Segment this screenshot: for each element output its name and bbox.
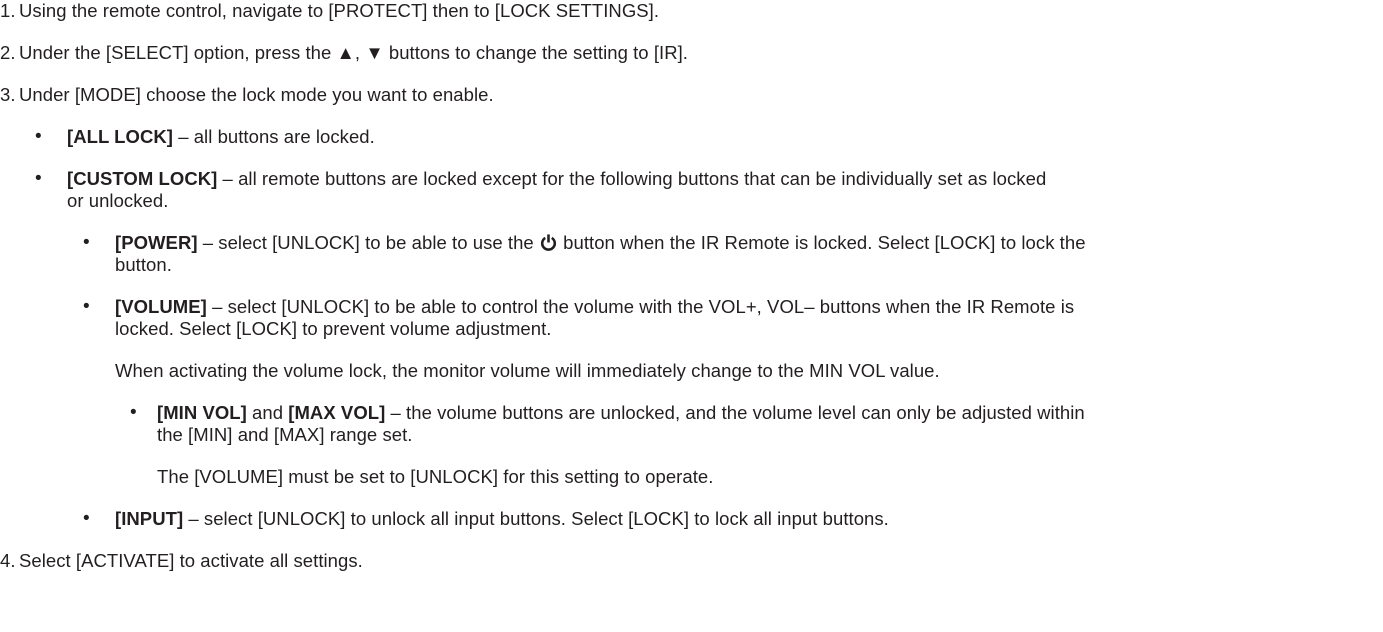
step-text-after: buttons to change the setting to [IR]. [383,42,688,63]
bullet-glyph: • [83,508,90,529]
all-lock-text: – all buttons are locked. [173,126,375,147]
bullet-glyph: • [35,126,42,147]
step-text: Using the remote control, navigate to [P… [19,0,660,21]
custom-lock-label: [CUSTOM LOCK] [67,168,218,189]
min-max-vol-note: The [VOLUME] must be set to [UNLOCK] for… [157,466,714,487]
step-number: 4. [0,550,16,571]
up-arrow-icon: ▲ [336,42,355,63]
bullet-text: [VOLUME] – select [UNLOCK] to be able to… [115,296,1074,318]
and-text: and [246,402,289,423]
volume-label: [VOLUME] [115,296,207,317]
step-number: 1. [0,0,16,21]
power-icon [540,234,557,251]
bullet-text: [POWER] – select [UNLOCK] to be able to … [115,232,1086,254]
step-text: Select [ACTIVATE] to activate all settin… [19,550,363,571]
all-lock-label: [ALL LOCK] [67,126,173,147]
step-text: Under [MODE] choose the lock mode you wa… [19,84,494,105]
bullet-glyph: • [83,296,90,317]
custom-lock-text-line1: – all remote buttons are locked except f… [217,168,1047,189]
input-label: [INPUT] [115,508,184,529]
down-arrow-icon: ▼ [365,42,384,63]
volume-text-line2: locked. Select [LOCK] to prevent volume … [115,318,552,339]
power-text-after: button when the IR Remote is locked. Sel… [557,232,1086,253]
step-text: Under the [SELECT] option, press the ▲, … [19,42,688,64]
bullet-glyph: • [83,232,90,253]
bullet-glyph: • [35,168,42,189]
bullet-text: [INPUT] – select [UNLOCK] to unlock all … [115,508,889,530]
custom-lock-text-line2: or unlocked. [67,190,169,211]
bullet-text: [CUSTOM LOCK] – all remote buttons are l… [67,168,1046,190]
bullet-text: [MIN VOL] and [MAX VOL] – the volume but… [157,402,1085,424]
power-label: [POWER] [115,232,198,253]
bullet-glyph: • [130,402,137,423]
step-number: 3. [0,84,16,105]
volume-text-line1: – select [UNLOCK] to be able to control … [206,296,1075,317]
max-vol-label: [MAX VOL] [288,402,386,423]
power-text-before: – select [UNLOCK] to be able to use the [197,232,539,253]
volume-note: When activating the volume lock, the mon… [115,360,940,381]
min-max-vol-text-line2: the [MIN] and [MAX] range set. [157,424,413,445]
separator: , [354,42,366,63]
bullet-text: [ALL LOCK] – all buttons are locked. [67,126,375,148]
min-max-vol-text-line1: – the volume buttons are unlocked, and t… [385,402,1085,423]
min-vol-label: [MIN VOL] [157,402,247,423]
input-text: – select [UNLOCK] to unlock all input bu… [183,508,889,529]
step-text-before: Under the [SELECT] option, press the [19,42,337,63]
step-number: 2. [0,42,16,63]
power-text-line2: button. [115,254,172,275]
